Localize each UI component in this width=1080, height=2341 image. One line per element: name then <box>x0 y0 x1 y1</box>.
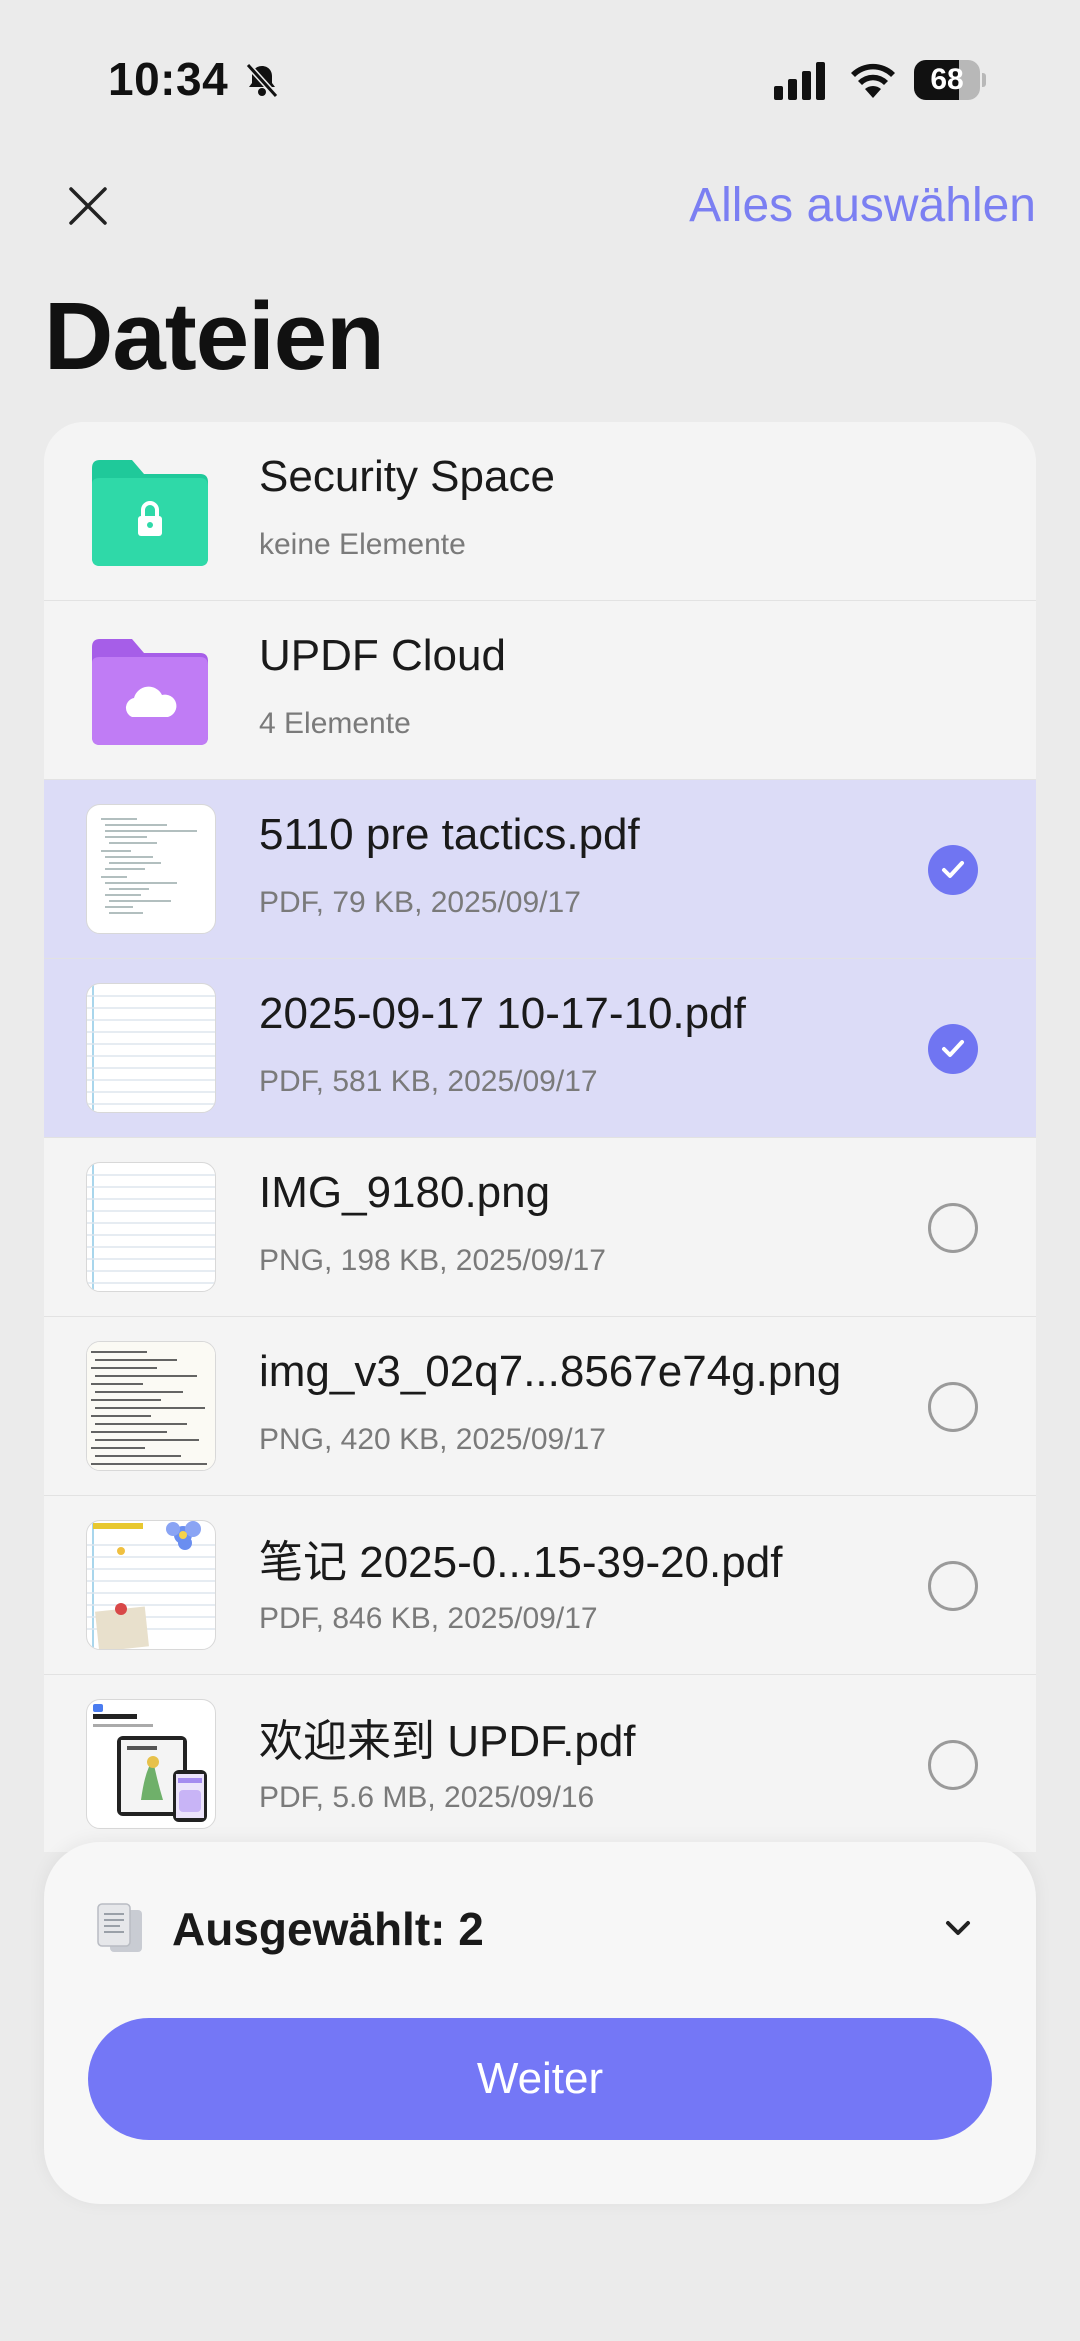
selection-checkbox[interactable] <box>928 1024 978 1074</box>
list-item-file[interactable]: 欢迎来到 UPDF.pdf PDF, 5.6 MB, 2025/09/16 <box>44 1675 1036 1852</box>
selection-checkbox[interactable] <box>928 1740 978 1790</box>
expand-selection-button[interactable] <box>938 1908 978 1948</box>
selection-checkbox[interactable] <box>928 1203 978 1253</box>
list-item-file[interactable]: IMG_9180.png PNG, 198 KB, 2025/09/17 <box>44 1138 1036 1317</box>
item-meta: PDF, 5.6 MB, 2025/09/16 <box>259 1781 595 1814</box>
selection-checkbox[interactable] <box>928 1382 978 1432</box>
list-item-file[interactable]: 笔记 2025-0...15-39-20.pdf PDF, 846 KB, 20… <box>44 1496 1036 1675</box>
list-item-file[interactable]: 5110 pre tactics.pdf PDF, 79 KB, 2025/09… <box>44 780 1036 959</box>
file-thumbnail <box>86 1162 216 1292</box>
list-item-updf-cloud[interactable]: UPDF Cloud 4 Elemente <box>44 601 1036 780</box>
wifi-icon <box>851 63 895 98</box>
file-thumbnail <box>86 1520 216 1650</box>
item-meta: PNG, 198 KB, 2025/09/17 <box>259 1244 606 1277</box>
selection-checkbox[interactable] <box>928 1561 978 1611</box>
page-title: Dateien <box>44 283 385 390</box>
continue-button[interactable]: Weiter <box>88 2018 992 2140</box>
close-button[interactable] <box>58 176 118 236</box>
item-meta: keine Elemente <box>259 528 466 561</box>
cellular-signal-icon <box>774 62 825 100</box>
item-name: img_v3_02q7...8567e74g.png <box>259 1347 842 1396</box>
item-name: UPDF Cloud <box>259 631 506 680</box>
item-name: 5110 pre tactics.pdf <box>259 810 640 859</box>
select-all-button[interactable]: Alles auswählen <box>689 178 1036 233</box>
item-meta: 4 Elemente <box>259 707 411 740</box>
bell-muted-icon <box>245 62 279 99</box>
battery-indicator: 68 <box>914 60 986 100</box>
close-icon <box>69 187 107 225</box>
chevron-down-icon <box>946 1921 970 1935</box>
file-thumbnail <box>86 983 216 1113</box>
item-meta: PDF, 581 KB, 2025/09/17 <box>259 1065 598 1098</box>
list-item-file[interactable]: 2025-09-17 10-17-10.pdf PDF, 581 KB, 202… <box>44 959 1036 1138</box>
cloud-folder-icon <box>92 639 208 745</box>
selection-checkbox[interactable] <box>928 845 978 895</box>
item-name: 笔记 2025-0...15-39-20.pdf <box>259 1538 783 1587</box>
stacked-files-icon <box>97 1903 142 1952</box>
status-bar: 10:34 68 <box>0 0 1080 150</box>
item-name: IMG_9180.png <box>259 1168 551 1217</box>
battery-percent: 68 <box>930 63 964 96</box>
list-item-security-space[interactable]: Security Space keine Elemente <box>44 422 1036 601</box>
selection-sheet: Ausgewählt: 2 Weiter <box>44 1842 1036 2204</box>
item-name: 2025-09-17 10-17-10.pdf <box>259 989 746 1038</box>
selected-count: Ausgewählt: 2 <box>172 1903 484 1955</box>
file-list: Security Space keine Elemente UPDF Cloud… <box>44 422 1036 1852</box>
status-time: 10:34 <box>108 53 229 105</box>
item-meta: PDF, 79 KB, 2025/09/17 <box>259 886 581 919</box>
list-item-file[interactable]: img_v3_02q7...8567e74g.png PNG, 420 KB, … <box>44 1317 1036 1496</box>
file-thumbnail <box>86 1341 216 1471</box>
item-name: 欢迎来到 UPDF.pdf <box>259 1717 636 1766</box>
item-name: Security Space <box>259 452 555 501</box>
file-thumbnail <box>86 804 216 934</box>
file-thumbnail <box>86 1699 216 1829</box>
item-meta: PNG, 420 KB, 2025/09/17 <box>259 1423 606 1456</box>
item-meta: PDF, 846 KB, 2025/09/17 <box>259 1602 598 1635</box>
checkmark-icon <box>942 861 964 878</box>
checkmark-icon <box>942 1040 964 1057</box>
lock-folder-icon <box>92 460 208 566</box>
